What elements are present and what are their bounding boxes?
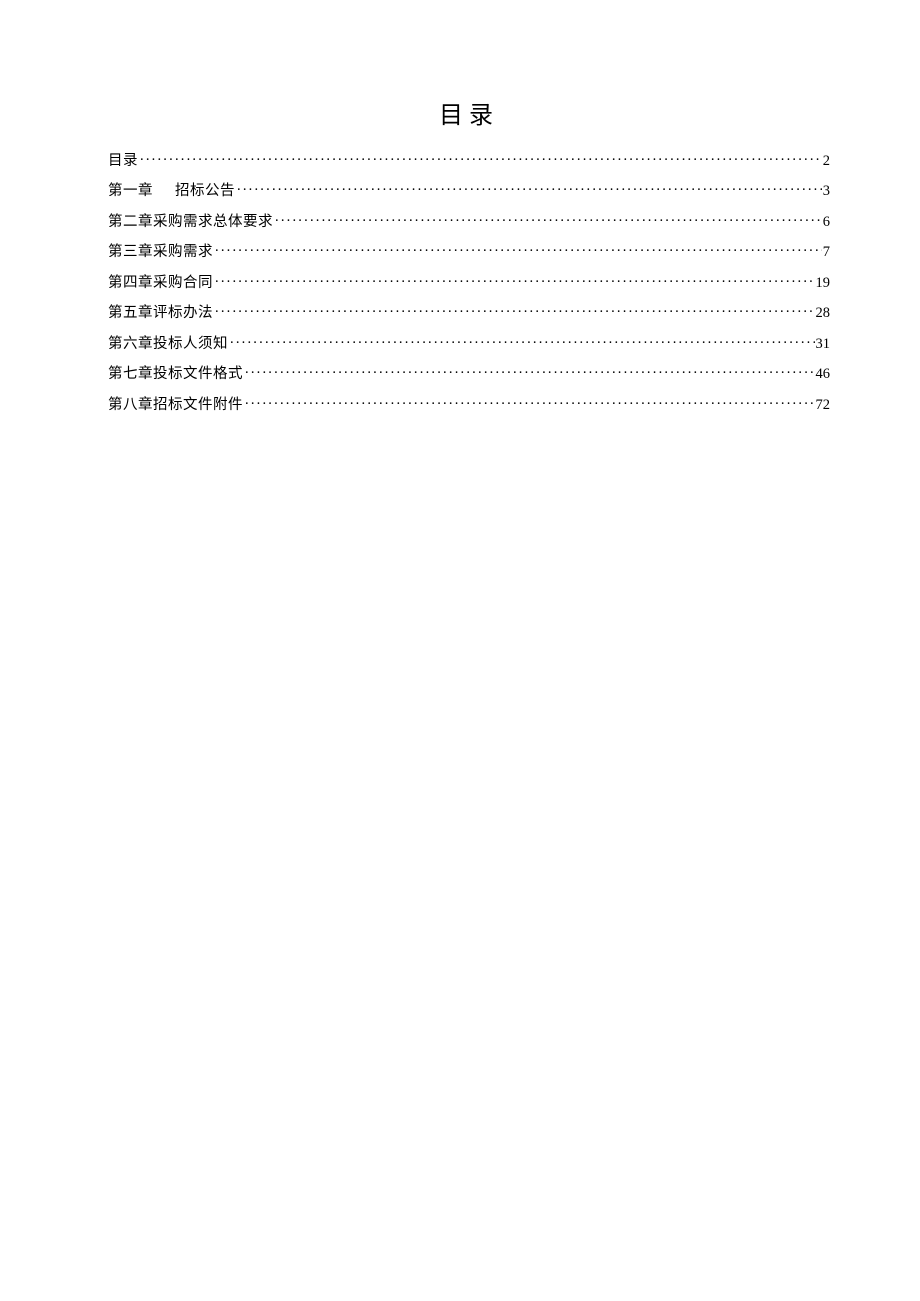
toc-row: 第二章采购需求总体要求 6 xyxy=(108,211,830,229)
toc-entry-page: 19 xyxy=(816,276,831,291)
toc-entry-page: 6 xyxy=(823,215,830,230)
toc-entry-label: 目录 xyxy=(108,154,138,169)
document-page: 目录 目录 2 第一章招标公告 3 第二章采购需求总体要求 6 第三章采购需求 7 第四章采购合… xyxy=(0,0,920,412)
table-of-contents: 目录 2 第一章招标公告 3 第二章采购需求总体要求 6 第三章采购需求 7 第四章采购合同 19… xyxy=(108,150,830,412)
toc-entry-page: 28 xyxy=(816,306,831,321)
toc-leader-dots xyxy=(237,181,822,196)
toc-entry-label: 第一章招标公告 xyxy=(108,184,235,199)
toc-row: 第三章采购需求 7 xyxy=(108,242,830,260)
toc-row: 第五章评标办法 28 xyxy=(108,303,830,321)
toc-entry-label: 第三章采购需求 xyxy=(108,245,213,260)
toc-entry-page: 31 xyxy=(816,337,831,352)
toc-leader-dots xyxy=(215,272,815,287)
toc-row: 第四章采购合同 19 xyxy=(108,272,830,290)
toc-leader-dots xyxy=(215,303,815,318)
toc-entry-label: 第四章采购合同 xyxy=(108,276,213,291)
toc-entry-page: 7 xyxy=(823,245,830,260)
toc-row: 第一章招标公告 3 xyxy=(108,181,830,199)
toc-entry-page: 2 xyxy=(823,154,830,169)
toc-entry-label: 第六章投标人须知 xyxy=(108,337,228,352)
toc-row: 第六章投标人须知 31 xyxy=(108,333,830,351)
toc-entry-page: 3 xyxy=(823,184,830,199)
toc-entry-page: 46 xyxy=(816,367,831,382)
toc-row: 第八章招标文件附件 72 xyxy=(108,394,830,412)
toc-entry-label: 第七章投标文件格式 xyxy=(108,367,243,382)
toc-leader-dots xyxy=(245,364,815,379)
toc-entry-label: 第五章评标办法 xyxy=(108,306,213,321)
toc-entry-label: 第二章采购需求总体要求 xyxy=(108,215,273,230)
toc-entry-page: 72 xyxy=(816,398,831,413)
toc-leader-dots xyxy=(275,211,822,226)
toc-row: 第七章投标文件格式 46 xyxy=(108,364,830,382)
toc-entry-label: 第八章招标文件附件 xyxy=(108,398,243,413)
toc-row: 目录 2 xyxy=(108,150,830,168)
toc-leader-dots xyxy=(215,242,822,257)
toc-leader-dots xyxy=(230,333,815,348)
toc-leader-dots xyxy=(140,150,822,165)
toc-leader-dots xyxy=(245,394,815,409)
page-title: 目录 xyxy=(108,95,830,130)
